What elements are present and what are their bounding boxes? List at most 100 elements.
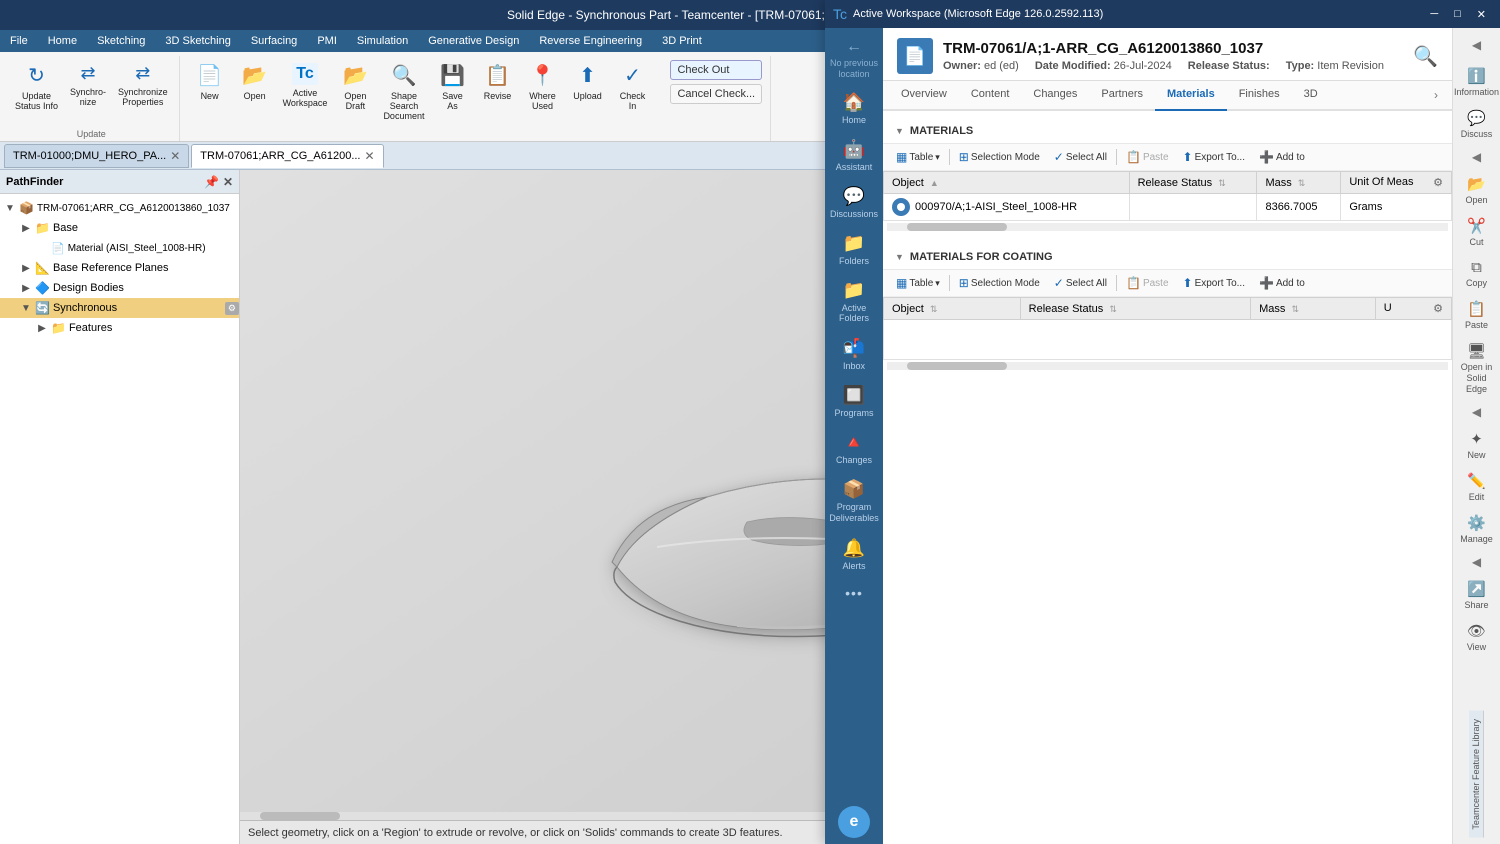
tree-expand-sync[interactable]: ▼	[20, 303, 32, 314]
tree-item-base[interactable]: ▶ 📁 Base	[0, 218, 239, 238]
discussions-label: Discussions	[830, 209, 878, 219]
tc-nav-deliverables[interactable]: 📦 ProgramDeliverables	[827, 473, 881, 530]
coat-col-gear[interactable]: ⚙	[1433, 302, 1443, 315]
cancel-checkout-btn[interactable]: Cancel Check...	[670, 84, 762, 104]
tc-center: 📄 TRM-07061/A;1-ARR_CG_A6120013860_1037 …	[883, 170, 1452, 844]
tree-icon-root: 📦	[19, 201, 34, 215]
coat-paste-btn[interactable]: 📋 Paste	[1121, 274, 1174, 292]
tc-nav-more[interactable]: •••	[827, 579, 881, 607]
tc-nav-programs[interactable]: 🔲 Programs	[827, 379, 881, 424]
menu-3d-sketching[interactable]: 3D Sketching	[155, 30, 240, 52]
menu-reverse[interactable]: Reverse Engineering	[529, 30, 652, 52]
menu-generative[interactable]: Generative Design	[418, 30, 529, 52]
coat-col-release[interactable]: Release Status ⇅	[1020, 298, 1250, 320]
menu-simulation[interactable]: Simulation	[347, 30, 418, 52]
update-status-btn[interactable]: ↻ UpdateStatus Info	[10, 60, 63, 114]
tree-expand-base[interactable]: ▶	[20, 223, 32, 234]
tc-new-rail-btn[interactable]: ◀	[1468, 401, 1485, 423]
menu-pmi[interactable]: PMI	[307, 30, 347, 52]
checkout-btn[interactable]: Check Out	[670, 60, 762, 80]
coat-select-all-btn[interactable]: ✓ Select All	[1049, 274, 1112, 292]
tc-copy-btn[interactable]: ⧉ Copy	[1454, 254, 1500, 293]
tc-nav-discussions[interactable]: 💬 Discussions	[827, 180, 881, 225]
tc-share-btn[interactable]: ↗️ Share	[1454, 575, 1500, 615]
menu-sketching[interactable]: Sketching	[87, 30, 155, 52]
col-mass[interactable]: Mass ⇅	[1257, 172, 1341, 194]
tc-open-btn[interactable]: 📂 Open	[1454, 170, 1500, 210]
tree-item-design-bodies[interactable]: ▶ 🔷 Design Bodies	[0, 278, 239, 298]
col-unit-of-meas[interactable]: Unit Of Meas ⚙	[1341, 172, 1452, 194]
where-used-btn[interactable]: 📍 WhereUsed	[520, 60, 564, 114]
coat-export-btn[interactable]: ⬆ Export To...	[1178, 274, 1250, 292]
save-as-icon: 💾	[440, 63, 465, 88]
tc-new-btn[interactable]: ✦ New	[1454, 425, 1500, 465]
revise-btn[interactable]: 📋 Revise	[475, 60, 519, 104]
active-workspace-btn[interactable]: Tc ActiveWorkspace	[278, 60, 333, 111]
materials-section: ▼ MATERIALS ▦ Table ▾	[883, 170, 1452, 237]
revise-label: Revise	[484, 91, 512, 101]
menu-3dprint[interactable]: 3D Print	[652, 30, 712, 52]
pathfinder-pin-btn[interactable]: 📌	[204, 175, 219, 189]
tree-expand-features[interactable]: ▶	[36, 323, 48, 334]
tc-open-se-btn[interactable]: 🖥 Open inSolid Edge	[1454, 337, 1500, 399]
col-object[interactable]: Object ▲	[884, 172, 1130, 194]
coat-col-object[interactable]: Object ⇅	[884, 298, 1021, 320]
sync-props-btn[interactable]: ⇄ SynchronizeProperties	[113, 60, 173, 110]
coat-add-btn[interactable]: ➕ Add to	[1254, 274, 1310, 292]
menu-file[interactable]: File	[0, 30, 38, 52]
upload-btn[interactable]: ⬆ Upload	[565, 60, 609, 104]
tc-edit-btn[interactable]: ✏️ Edit	[1454, 467, 1500, 507]
tc-nav-assistant[interactable]: 🤖 Assistant	[827, 170, 881, 178]
tc-nav-alerts[interactable]: 🔔 Alerts	[827, 532, 881, 577]
coat-sep-2	[1116, 275, 1117, 291]
pathfinder-close-btn[interactable]: ✕	[223, 175, 233, 189]
new-btn[interactable]: 📄 New	[188, 60, 232, 104]
check-in-btn[interactable]: ✓ CheckIn	[610, 60, 654, 114]
coating-section-title[interactable]: ▼ MATERIALS FOR COATING	[883, 245, 1452, 270]
tree-expand-root[interactable]: ▼	[4, 203, 16, 214]
mat-row-0[interactable]: 000970/A;1-AISI_Steel_1008-HR 8366.7005 …	[884, 194, 1452, 221]
save-as-btn[interactable]: 💾 SaveAs	[430, 60, 474, 114]
tree-item-features[interactable]: ▶ 📁 Features	[0, 318, 239, 338]
tab-0[interactable]: TRM-01000;DMU_HERO_PA... ✕	[4, 144, 189, 168]
menu-surfacing[interactable]: Surfacing	[241, 30, 307, 52]
coat-sel-mode-btn[interactable]: ⊞ Selection Mode	[954, 274, 1045, 292]
coat-col-u[interactable]: U ⚙	[1375, 298, 1451, 320]
menu-home[interactable]: Home	[38, 30, 87, 52]
tree-item-root[interactable]: ▼ 📦 TRM-07061;ARR_CG_A6120013860_1037	[0, 198, 239, 218]
tab-1-close[interactable]: ✕	[364, 149, 374, 163]
col-release-status[interactable]: Release Status ⇅	[1129, 172, 1257, 194]
tc-nav-edge[interactable]: e	[838, 806, 870, 838]
open-draft-btn[interactable]: 📂 OpenDraft	[333, 60, 377, 114]
tree-expand-ref[interactable]: ▶	[20, 263, 32, 274]
deliverables-icon: 📦	[843, 479, 865, 500]
coat-col-mass[interactable]: Mass ⇅	[1251, 298, 1376, 320]
open-label: Open	[244, 91, 266, 101]
tc-manage-btn[interactable]: ⚙️ Manage	[1454, 509, 1500, 549]
tc-paste-rail-btn[interactable]: 📋 Paste	[1454, 295, 1500, 335]
tc-share-rail-btn[interactable]: ◀	[1468, 551, 1485, 573]
tc-nav-changes[interactable]: 🔺 Changes	[827, 426, 881, 471]
tree-item-material[interactable]: 📄 Material (AISI_Steel_1008-HR)	[0, 238, 239, 258]
tc-nav-inbox[interactable]: 📬 Inbox	[827, 332, 881, 377]
synchronize-btn[interactable]: ⇄ Synchro-nize	[65, 60, 111, 110]
tab-1[interactable]: TRM-07061;ARR_CG_A61200... ✕	[191, 144, 383, 168]
mat-scrollbar[interactable]	[887, 223, 1448, 231]
sync-props-icon: ⇄	[135, 63, 150, 84]
tree-icon-base: 📁	[35, 221, 50, 235]
tc-nav-active-folders[interactable]: 📁 ActiveFolders	[827, 274, 881, 331]
tree-item-ref-planes[interactable]: ▶ 📐 Base Reference Planes	[0, 258, 239, 278]
col-uom-gear[interactable]: ⚙	[1433, 176, 1443, 189]
tree-expand-design[interactable]: ▶	[20, 283, 32, 294]
coat-scrollbar[interactable]	[887, 362, 1448, 370]
tree-item-synchronous[interactable]: ▼ 🔄 Synchronous ⚙	[0, 298, 239, 318]
feature-library-tab[interactable]: Teamcenter Feature Library	[1469, 711, 1484, 838]
tc-nav-folders[interactable]: 📁 Folders	[827, 227, 881, 272]
coat-header-row: Object ⇅ Release Status ⇅	[884, 298, 1452, 320]
tc-cut-btn[interactable]: ✂️ Cut	[1454, 212, 1500, 252]
open-btn[interactable]: 📂 Open	[233, 60, 277, 104]
coat-table-btn[interactable]: ▦ Table ▾	[891, 274, 945, 292]
shape-search-btn[interactable]: 🔍 ShapeSearchDocument	[378, 60, 429, 124]
tc-view-btn[interactable]: 👁 View	[1454, 617, 1500, 657]
tab-0-close[interactable]: ✕	[170, 149, 180, 163]
